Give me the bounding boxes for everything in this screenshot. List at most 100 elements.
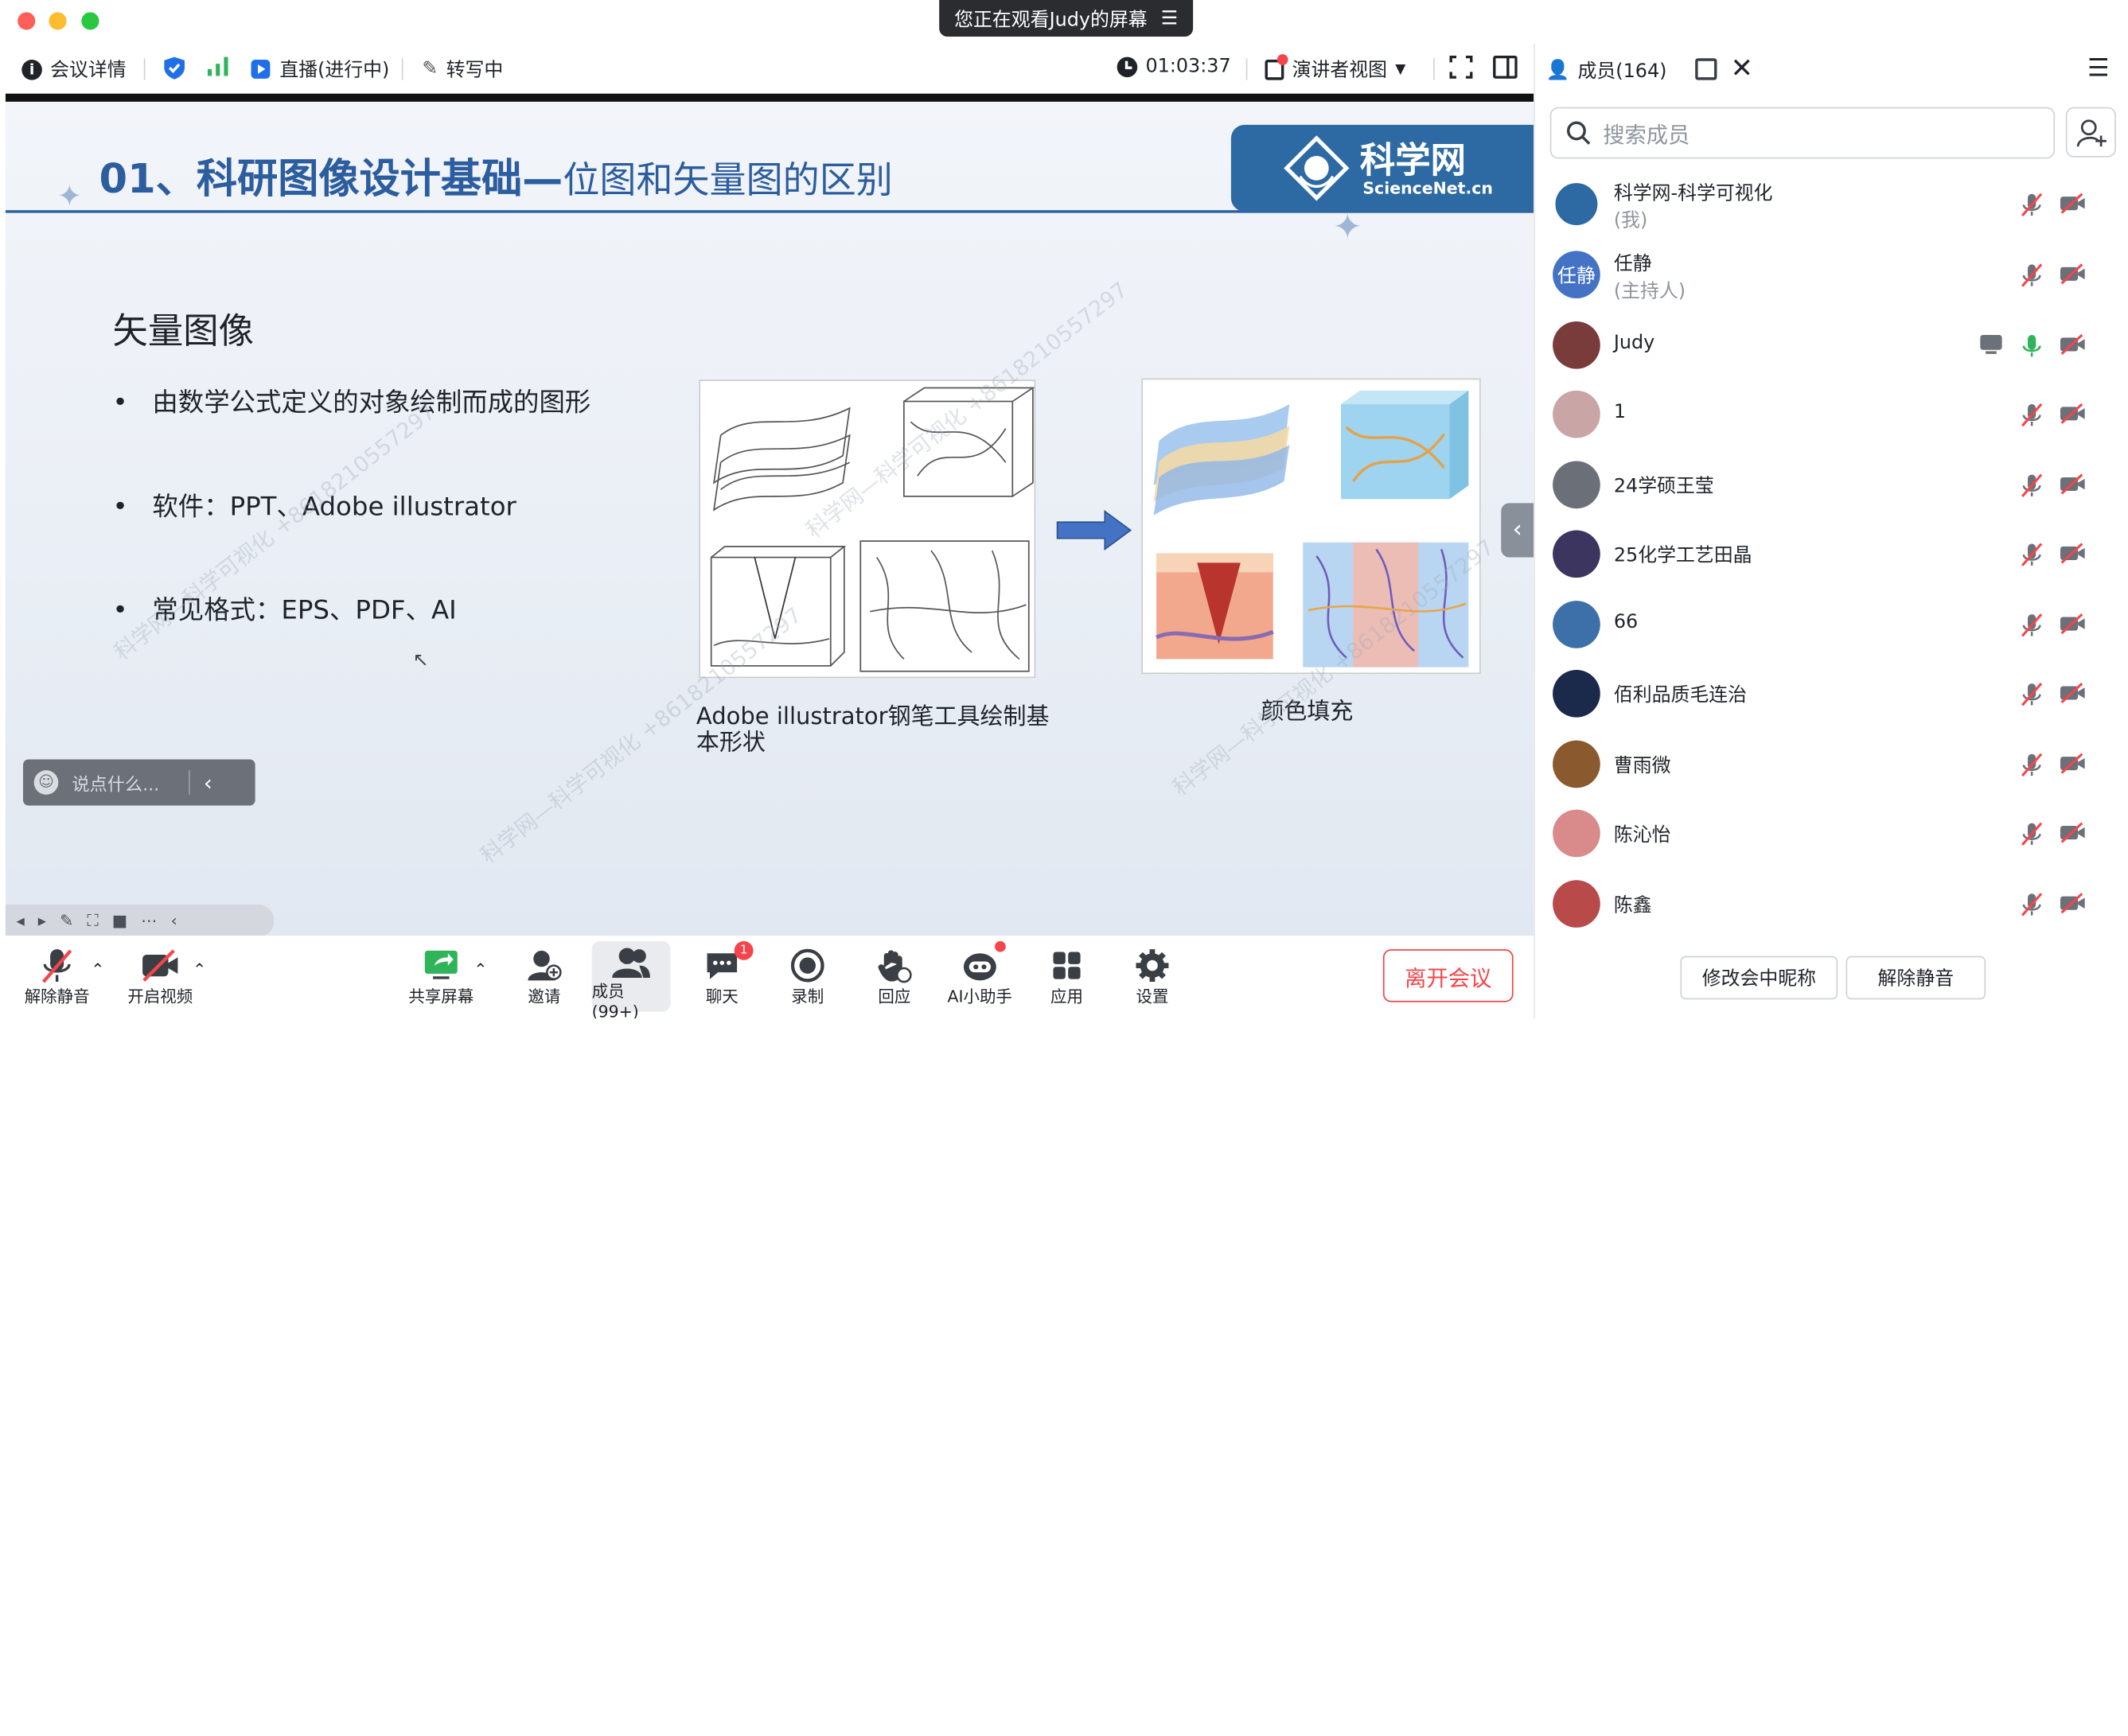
settings-button[interactable]: 设置 — [1132, 947, 1172, 1008]
member-row[interactable]: 66 — [1535, 590, 2128, 660]
rename-button[interactable]: 修改会中昵称 — [1680, 956, 1838, 1000]
live-icon — [251, 59, 271, 79]
shield-icon — [164, 56, 185, 80]
menu-icon[interactable]: ☰ — [1161, 7, 1178, 29]
reaction-button[interactable]: 回应 — [874, 947, 914, 1008]
audio-options-chevron-icon[interactable]: ⌃ — [91, 960, 104, 979]
camera-off-icon[interactable] — [2059, 682, 2086, 706]
video-off-icon — [142, 949, 178, 982]
unmute-button[interactable]: 解除静音 — [25, 947, 90, 1008]
panel-menu-icon[interactable]: ☰ — [2087, 54, 2110, 83]
logo-text-en: ScienceNet.cn — [1362, 178, 1493, 198]
member-row[interactable]: 佰利品质毛连治 — [1535, 659, 2128, 730]
emoji-icon[interactable]: ☺ — [33, 770, 59, 795]
member-row[interactable]: 1 — [1535, 380, 2128, 450]
apps-button[interactable]: 应用 — [1046, 947, 1087, 1008]
member-row[interactable]: 科学网-科学可视化 (我) — [1535, 169, 2128, 240]
transcribe-button[interactable]: ✎ 转写中 — [422, 56, 503, 83]
member-row[interactable]: 24学硕王莹 — [1535, 450, 2128, 521]
avatar — [1553, 670, 1600, 718]
camera-off-icon[interactable] — [2059, 613, 2086, 637]
members-button[interactable]: 成员(99+) — [591, 940, 671, 1018]
search-icon — [1566, 121, 1591, 145]
live-button[interactable]: 直播(进行中) — [250, 56, 389, 83]
popout-icon[interactable] — [1695, 58, 1717, 80]
avatar — [1553, 390, 1600, 438]
member-row[interactable]: 陈沁怡 — [1535, 799, 2128, 870]
camera-off-icon[interactable] — [2059, 543, 2086, 567]
avatar — [1553, 601, 1600, 648]
avatar: 任静 — [1553, 251, 1600, 298]
mic-off-icon[interactable] — [2020, 403, 2047, 427]
sidebar-toggle-button[interactable] — [1493, 55, 1518, 79]
member-name: 佰利品质毛连治 — [1613, 684, 1747, 707]
slide-title-rest: 位图和矢量图的区别 — [563, 160, 893, 202]
ai-assistant-button[interactable]: AI小助手 — [947, 940, 1012, 1008]
slide-title: 01、科研图像设计基础—位图和矢量图的区别 — [99, 145, 893, 204]
mic-off-icon[interactable] — [2020, 473, 2047, 498]
member-row[interactable]: 曹雨微 — [1535, 730, 2128, 800]
start-video-button[interactable]: 开启视频 — [127, 947, 193, 1008]
transcribe-icon: ✎ — [422, 58, 438, 80]
mic-off-icon[interactable] — [2020, 682, 2047, 706]
member-search-input[interactable]: 搜索成员 — [1549, 107, 2056, 159]
camera-off-icon[interactable] — [2059, 473, 2086, 498]
camera-off-icon[interactable] — [2059, 753, 2086, 777]
invite-button[interactable]: 邀请 — [524, 947, 564, 1008]
mic-off-icon — [41, 949, 72, 983]
mic-off-icon[interactable] — [2020, 543, 2047, 567]
view-mode-dropdown[interactable]: 演讲者视图 ▼ — [1265, 53, 1405, 83]
chat-button[interactable]: 1 聊天 — [702, 940, 754, 1008]
member-row[interactable]: 任静 任静 (主持人) — [1535, 240, 2128, 311]
quick-chat-bar[interactable]: ☺ 说点什么... ‹ — [22, 759, 255, 806]
mic-off-icon[interactable] — [2020, 753, 2047, 777]
collapse-panel-button[interactable]: ‹ — [1501, 503, 1534, 558]
network-button[interactable] — [206, 56, 229, 77]
screenshot-icon[interactable]: ⛶ — [87, 911, 98, 932]
avatar — [1553, 461, 1600, 509]
video-options-chevron-icon[interactable]: ⌃ — [193, 960, 206, 979]
next-page-icon[interactable]: ▸ — [38, 911, 46, 930]
fullscreen-button[interactable] — [1449, 55, 1473, 79]
unmute-all-button[interactable]: 解除静音 — [1845, 956, 1986, 1000]
mic-off-icon[interactable] — [2020, 613, 2047, 637]
screen-share-banner[interactable]: 您正在观看Judy的屏幕 ☰ — [939, 0, 1194, 37]
record-button[interactable]: 录制 — [787, 947, 828, 1008]
mic-off-icon[interactable] — [2020, 822, 2047, 847]
camera-off-icon[interactable] — [2059, 822, 2086, 847]
quick-chat-input[interactable]: 说点什么... — [72, 769, 189, 796]
member-row[interactable]: 25化学工艺田晶 — [1535, 520, 2128, 590]
leave-meeting-button[interactable]: 离开会议 — [1382, 949, 1514, 1002]
zoom-window-button[interactable] — [81, 12, 99, 30]
camera-off-icon[interactable] — [2059, 193, 2086, 217]
member-row[interactable]: 陈鑫 — [1535, 870, 2128, 940]
more-icon[interactable]: ⋯ — [141, 911, 157, 930]
add-member-button[interactable] — [2065, 107, 2116, 158]
camera-off-icon[interactable] — [2059, 263, 2086, 288]
close-window-button[interactable] — [18, 12, 36, 30]
control-bar: 解除静音 ⌃ 开启视频 ⌃ 共享屏幕 ⌃ 邀请 成员(99+) 1 聊天 录制 — [0, 936, 1534, 1019]
share-screen-button[interactable]: 共享屏幕 — [408, 947, 474, 1008]
camera-off-icon[interactable] — [2059, 893, 2086, 917]
chevron-left-icon[interactable]: ‹ — [204, 769, 212, 795]
panel-header: 👤 成员(164) — [1546, 57, 1667, 84]
share-options-chevron-icon[interactable]: ⌃ — [474, 960, 487, 979]
close-icon[interactable]: ✕ — [1731, 52, 1754, 84]
mic-off-icon[interactable] — [2020, 893, 2047, 917]
minimize-window-button[interactable] — [49, 12, 67, 30]
camera-off-icon[interactable] — [2059, 403, 2086, 427]
prev-page-icon[interactable]: ◂ — [16, 911, 24, 930]
camera-off-icon[interactable] — [2059, 333, 2086, 358]
panel-title: 成员(164) — [1577, 60, 1667, 83]
members-panel: 👤 成员(164) ✕ ☰ 搜索成员 科学网-科学可视化 (我) 任静 任静 (主持人)… — [1534, 43, 2128, 1019]
pen-icon[interactable]: ✎ — [60, 911, 73, 930]
member-row[interactable]: Judy — [1535, 310, 2128, 381]
member-name: 陈沁怡 — [1613, 824, 1671, 847]
mic-on-icon[interactable] — [2020, 333, 2047, 358]
camera-icon[interactable]: ■ — [112, 911, 127, 930]
mic-off-icon[interactable] — [2020, 263, 2047, 288]
mic-off-icon[interactable] — [2020, 193, 2047, 217]
meeting-info-button[interactable]: i 会议详情 — [21, 56, 127, 83]
collapse-icon[interactable]: ‹ — [171, 911, 177, 930]
security-button[interactable] — [163, 56, 186, 80]
